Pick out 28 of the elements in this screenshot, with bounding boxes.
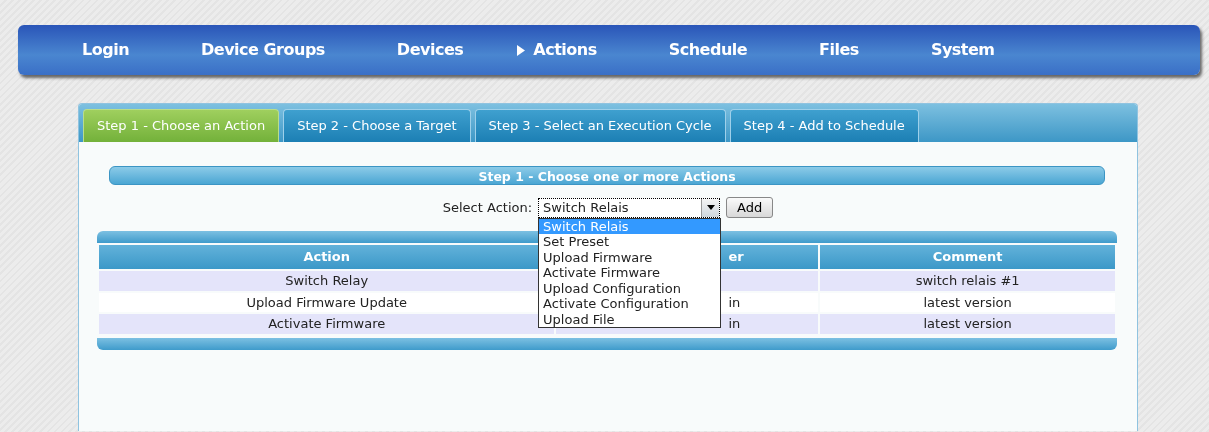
dropdown-option[interactable]: Upload Configuration [539,280,721,296]
step-tab[interactable]: Step 2 - Choose a Target [283,109,471,142]
table-cell: Upload Firmware Update [246,294,407,310]
step-tab[interactable]: Step 1 - Choose an Action [83,109,280,142]
add-button[interactable]: Add [726,197,774,218]
section-heading: Step 1 - Choose one or more Actions [109,166,1105,185]
dropdown-option[interactable]: Upload File [539,311,721,327]
dropdown-option[interactable]: Switch Relais [539,218,721,234]
step-tab[interactable]: Step 3 - Select an Execution Cycle [474,109,726,142]
arrow-icon [517,44,526,56]
nav-link[interactable]: System [930,38,995,62]
dropdown-option[interactable]: Activate Configuration [539,296,721,312]
table-cell: switch relais #1 [915,273,1020,288]
table-cell: Switch Relay [285,273,369,288]
step-tab[interactable]: Step 4 - Add to Schedule [729,109,919,142]
table-cell: Activate Firmware [268,316,386,331]
column-header: Comment [820,245,1115,269]
table-cell: latest version [923,316,1012,331]
table-cell: in [728,316,741,331]
nav-link[interactable]: Devices [396,38,464,62]
table-cell: latest version [923,294,1012,310]
nav-link[interactable]: Schedule [668,38,748,62]
table-cell: in [728,294,741,310]
nav-link[interactable]: Login [82,38,129,62]
nav-link[interactable]: Actions [517,38,597,62]
nav-link[interactable]: Device Groups [201,38,325,62]
select-label: Select Action: [442,198,533,217]
nav-link[interactable]: Files [819,38,859,62]
